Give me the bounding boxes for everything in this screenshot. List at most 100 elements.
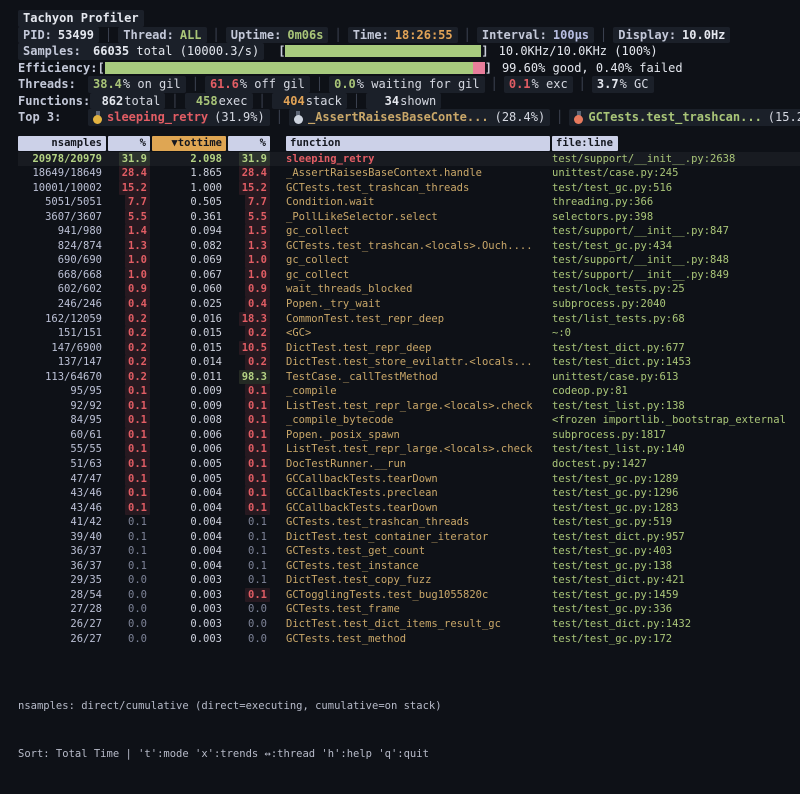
table-row[interactable]: 137/1470.20.0140.2DictTest.test_store_ev… (18, 355, 800, 370)
table-row[interactable]: 246/2460.40.0250.4Popen._try_waitsubproc… (18, 297, 800, 312)
column-header-pct-cumulative[interactable]: % (228, 136, 270, 151)
table-row[interactable]: 668/6681.00.0671.0gc_collecttest/support… (18, 268, 800, 283)
table-row[interactable]: 55/550.10.0060.1ListTest.test_repr_large… (18, 442, 800, 457)
table-row[interactable]: 43/460.10.0040.1GCCallbackTests.preclean… (18, 486, 800, 501)
efficiency-bar-fill (105, 62, 474, 74)
top3-items: sleeping_retry(31.9%)│_AssertRaisesBaseC… (88, 109, 800, 126)
threads-line: Threads: 38.4% on gil│61.6% off gil│0.0%… (18, 76, 800, 93)
cell-pct-cumulative: 0.1 (228, 384, 270, 399)
cell-pct-cumulative-value: 0.1 (245, 588, 270, 603)
table-row[interactable]: 43/460.10.0040.1GCCallbackTests.tearDown… (18, 501, 800, 516)
cell-pct-cumulative: 1.5 (228, 224, 270, 239)
table-row[interactable]: 3607/36075.50.3615.5_PollLikeSelector.se… (18, 210, 800, 225)
table-row[interactable]: 84/950.10.0080.1_compile_bytecode<frozen… (18, 413, 800, 428)
cell-pct-direct-value: 0.1 (125, 457, 150, 472)
cell-function: _compile_bytecode (286, 413, 550, 428)
table-row[interactable]: 5051/50517.70.5057.7Condition.waitthread… (18, 195, 800, 210)
cell-function: wait_threads_blocked (286, 282, 550, 297)
top3-item: _AssertRaisesBaseConte...(28.4%) (289, 109, 550, 126)
column-header-tottime-sorted[interactable]: ▼tottime (152, 136, 226, 151)
table-row[interactable]: 824/8741.30.0821.3GCTests.test_trashcan.… (18, 239, 800, 254)
cell-function: GCTests.test_trashcan.<locals>.Ouch.... (286, 239, 550, 254)
cell-function: DocTestRunner.__run (286, 457, 550, 472)
cell-pct-direct: 15.2 (108, 181, 150, 196)
cell-tottime: 0.004 (152, 515, 226, 530)
table-row[interactable]: 690/6901.00.0691.0gc_collecttest/support… (18, 253, 800, 268)
cell-pct-cumulative: 1.3 (228, 239, 270, 254)
column-header-function[interactable]: function (286, 136, 550, 151)
table-row[interactable]: 41/420.10.0040.1GCTests.test_trashcan_th… (18, 515, 800, 530)
segment-suffix: % exc (532, 76, 568, 93)
cell-pct-cumulative-value: 0.1 (245, 501, 270, 516)
cell-pct-cumulative-value: 0.2 (245, 326, 270, 341)
cell-function: ListTest.test_repr_large.<locals>.check (286, 399, 550, 414)
cell-pct-cumulative-value: 0.1 (245, 573, 270, 588)
cell-pct-cumulative: 0.4 (228, 297, 270, 312)
table-row[interactable]: 29/350.00.0030.1DictTest.test_copy_fuzzt… (18, 573, 800, 588)
table-row[interactable]: 36/370.10.0040.1GCTests.test_get_countte… (18, 544, 800, 559)
table-row[interactable]: 26/270.00.0030.0GCTests.test_methodtest/… (18, 632, 800, 647)
table-row[interactable]: 18649/1864928.41.86528.4_AssertRaisesBas… (18, 166, 800, 181)
cell-nsamples: 43/46 (18, 501, 106, 516)
separator: │ (464, 27, 471, 44)
table-row[interactable]: 113/646700.20.01198.3TestCase._callTestM… (18, 370, 800, 385)
table-row[interactable]: 941/9801.40.0941.5gc_collecttest/support… (18, 224, 800, 239)
cell-nsamples: 36/37 (18, 544, 106, 559)
table-row[interactable]: 602/6020.90.0600.9wait_threads_blockedte… (18, 282, 800, 297)
status-item-value: ALL (180, 27, 202, 44)
column-header-pct-direct[interactable]: % (108, 136, 150, 151)
cell-nsamples: 29/35 (18, 573, 106, 588)
cell-pct-cumulative-value: 10.5 (239, 341, 270, 356)
cell-file-line: <frozen importlib._bootstrap_external (552, 413, 800, 428)
cell-file-line: test/test_gc.py:403 (552, 544, 800, 559)
cell-pct-direct-value: 0.0 (125, 573, 150, 588)
cell-pct-direct: 0.1 (108, 413, 150, 428)
tachyon-profiler-app: Tachyon Profiler PID:53499│Thread:ALL│Up… (0, 0, 800, 723)
column-header-nsamples[interactable]: nsamples (18, 136, 106, 151)
cell-pct-cumulative: 7.7 (228, 195, 270, 210)
status-item-display: Display:10.0Hz (613, 27, 730, 44)
cell-tottime: 0.005 (152, 457, 226, 472)
efficiency-line: Efficiency:[ ] 99.60% good, 0.40% failed (18, 60, 800, 77)
cell-tottime: 0.004 (152, 486, 226, 501)
cell-pct-cumulative-value: 28.4 (239, 166, 270, 181)
table-row[interactable]: 162/120590.20.01618.3CommonTest.test_rep… (18, 312, 800, 327)
table-body: 20978/2097931.92.09831.9sleeping_retryte… (18, 152, 800, 647)
cell-tottime: 0.009 (152, 399, 226, 414)
table-row[interactable]: 27/280.00.0030.0GCTests.test_frametest/t… (18, 602, 800, 617)
stat-segment: 404 stack (272, 93, 347, 110)
table-row[interactable]: 26/270.00.0030.0DictTest.test_dict_items… (18, 617, 800, 632)
table-row[interactable]: 28/540.00.0030.1GCTogglingTests.test_bug… (18, 588, 800, 603)
cell-function: GCTests.test_trashcan_threads (286, 181, 550, 196)
column-header-file-line[interactable]: file:line (552, 136, 618, 151)
cell-pct-cumulative: 31.9 (228, 152, 270, 167)
table-row[interactable]: 39/400.10.0040.1DictTest.test_container_… (18, 530, 800, 545)
cell-pct-direct: 0.9 (108, 282, 150, 297)
segment-suffix: % on gil (123, 76, 181, 93)
cell-tottime: 0.006 (152, 442, 226, 457)
table-row[interactable]: 47/470.10.0050.1GCCallbackTests.tearDown… (18, 472, 800, 487)
table-row[interactable]: 147/69000.20.01510.5DictTest.test_repr_d… (18, 341, 800, 356)
cell-pct-cumulative: 0.1 (228, 457, 270, 472)
table-row[interactable]: 20978/2097931.92.09831.9sleeping_retryte… (18, 152, 800, 167)
table-row[interactable]: 51/630.10.0050.1DocTestRunner.__rundocte… (18, 457, 800, 472)
efficiency-bar-failed (473, 62, 484, 74)
table-row[interactable]: 10001/1000215.21.00015.2GCTests.test_tra… (18, 181, 800, 196)
table-row[interactable]: 95/950.10.0090.1_compilecodeop.py:81 (18, 384, 800, 399)
samples-chip: Samples: 66035 total (10000.3/s) (18, 43, 264, 60)
separator: │ (600, 27, 607, 44)
table-row[interactable]: 36/370.10.0040.1GCTests.test_instancetes… (18, 559, 800, 574)
functions-label: Functions: (18, 93, 90, 110)
status-item-value: 10.0Hz (682, 27, 725, 44)
table-row[interactable]: 60/610.10.0060.1Popen._posix_spawnsubpro… (18, 428, 800, 443)
cell-pct-cumulative: 0.1 (228, 559, 270, 574)
cell-pct-cumulative-value: 0.1 (245, 442, 270, 457)
cell-function: GCCallbackTests.tearDown (286, 501, 550, 516)
cell-tottime: 0.505 (152, 195, 226, 210)
table-row[interactable]: 92/920.10.0090.1ListTest.test_repr_large… (18, 399, 800, 414)
cell-file-line: subprocess.py:1817 (552, 428, 800, 443)
cell-file-line: unittest/case.py:245 (552, 166, 800, 181)
cell-pct-cumulative-value: 0.1 (245, 530, 270, 545)
table-row[interactable]: 151/1510.20.0150.2<GC>~:0 (18, 326, 800, 341)
efficiency-bar (105, 62, 485, 74)
